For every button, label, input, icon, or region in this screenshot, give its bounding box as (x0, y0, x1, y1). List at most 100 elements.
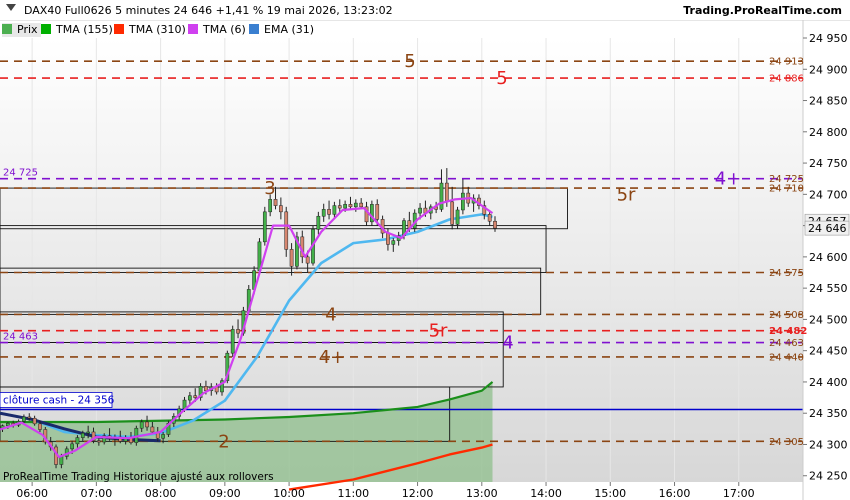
level-tag: 5r (429, 321, 448, 342)
level-value-label: 24 575 (769, 268, 804, 279)
level-tag-5r-upper: 5r (617, 184, 636, 205)
cloture-cash-label: clôture cash - 24 356 (3, 394, 115, 406)
candle-body (193, 395, 198, 398)
level-left-label: 24 725 (3, 168, 38, 179)
candle-body (337, 205, 342, 209)
level-left-label: 24 463 (3, 332, 38, 343)
candle-body (145, 421, 149, 428)
level-value-label: 24 913 (769, 57, 804, 68)
legend-item-tma310[interactable]: TMA (310) (114, 23, 186, 37)
candle-body (343, 204, 347, 209)
level-value-label: 24 886 (769, 74, 804, 85)
y-tick-label: 24 950 (809, 32, 848, 45)
candle-body (150, 426, 155, 433)
level-tag: 5 (496, 68, 507, 89)
instrument-title: DAX40 Full0626 5 minutes 24 646 +1,41 % … (24, 4, 393, 17)
y-tick-label: 24 550 (809, 282, 848, 295)
candle-body (391, 240, 396, 245)
y-tick-label: 24 800 (809, 126, 848, 139)
level-tag: 4+ (319, 347, 346, 368)
candle-body (22, 416, 26, 422)
candle-body (353, 202, 358, 208)
candle-body (70, 443, 74, 450)
candle-body (418, 207, 422, 214)
candle-body (327, 209, 331, 215)
x-tick-label: 11:00 (337, 487, 369, 500)
prix-swatch-icon (2, 24, 12, 34)
ema31-swatch-icon (249, 24, 259, 34)
candle-body (268, 199, 273, 213)
level-value-label: 24 440 (769, 352, 804, 363)
candle-body (38, 423, 42, 430)
indicator-legend: Prix TMA (155) TMA (310) TMA (6) EMA (31… (0, 21, 800, 39)
chart-type-icon[interactable] (6, 4, 16, 14)
legend-item-ema31[interactable]: EMA (31) (249, 23, 314, 37)
candle-body (204, 386, 208, 391)
level-value-label: 24 508 (769, 310, 804, 321)
candle-body (161, 434, 165, 439)
footer-note: ProRealTime Trading Historique ajusté au… (3, 471, 274, 483)
candle-body (439, 182, 444, 210)
candle-body (284, 211, 289, 250)
price-chart[interactable]: 24 25024 30024 35024 40024 45024 50024 5… (0, 0, 850, 500)
candle-body (75, 437, 80, 445)
candle-body (359, 202, 364, 208)
candle-body (316, 215, 321, 230)
y-tick-label: 24 750 (809, 157, 848, 170)
candle-body (230, 329, 235, 354)
level-tag: 4 (502, 333, 513, 354)
level-value-label: 24 463 (769, 338, 804, 349)
y-tick-label: 24 900 (809, 63, 848, 76)
candle-body (450, 201, 455, 225)
chart-window: 24 250 24 300 24 350 24 400 24 450 24 500 24 5… (0, 0, 850, 500)
x-tick-label: 08:00 (145, 487, 177, 500)
x-tick-label: 07:00 (81, 487, 113, 500)
level-tag: 4 (325, 304, 336, 325)
level-value-label: 24 482 (769, 326, 807, 337)
price-box-label: 24 646 (808, 222, 847, 235)
tma310-swatch-icon (114, 24, 124, 34)
candle-body (455, 209, 460, 225)
candle-body (262, 211, 267, 243)
x-tick-label: 14:00 (530, 487, 562, 500)
candle-body (348, 204, 353, 208)
level-value-label: 24 710 (769, 184, 804, 195)
candle-body (279, 205, 283, 213)
x-tick-label: 12:00 (402, 487, 434, 500)
candle-body (487, 214, 492, 222)
candle-body (27, 416, 32, 419)
y-tick-label: 24 850 (809, 95, 848, 108)
candle-body (139, 421, 144, 429)
candle-body (289, 249, 294, 267)
y-tick-label: 24 500 (809, 313, 848, 326)
level-tag: 5 (404, 51, 415, 72)
chart-header: DAX40 Full0626 5 minutes 24 646 +1,41 % … (0, 0, 850, 20)
tma6-swatch-icon (188, 24, 198, 34)
tma155-swatch-icon (41, 24, 51, 34)
y-tick-label: 24 300 (809, 438, 848, 451)
legend-item-tma155[interactable]: TMA (155) (41, 23, 113, 37)
level-value-label: 24 305 (769, 437, 804, 448)
x-tick-label: 09:00 (209, 487, 241, 500)
candle-body (493, 220, 497, 229)
brand-label: Trading.ProRealTime.com (683, 4, 842, 17)
y-tick-label: 24 350 (809, 407, 848, 420)
x-tick-label: 06:00 (16, 487, 48, 500)
y-tick-label: 24 400 (809, 376, 848, 389)
candle-body (236, 329, 240, 334)
y-tick-label: 24 450 (809, 345, 848, 358)
candle-body (6, 422, 10, 426)
candle-body (386, 232, 390, 245)
candle-body (86, 431, 91, 434)
x-tick-label: 10:00 (273, 487, 305, 500)
legend-item-tma6[interactable]: TMA (6) (188, 23, 246, 37)
x-tick-label: 16:00 (659, 487, 691, 500)
candle-body (80, 432, 85, 438)
candle-body (32, 417, 37, 425)
level-tag: 3 (264, 178, 275, 199)
legend-item-prix[interactable]: Prix (2, 23, 41, 37)
x-tick-label: 17:00 (723, 487, 755, 500)
candle-body (461, 192, 465, 211)
level-tag: 4+ (715, 169, 742, 190)
candle-body (375, 204, 380, 220)
